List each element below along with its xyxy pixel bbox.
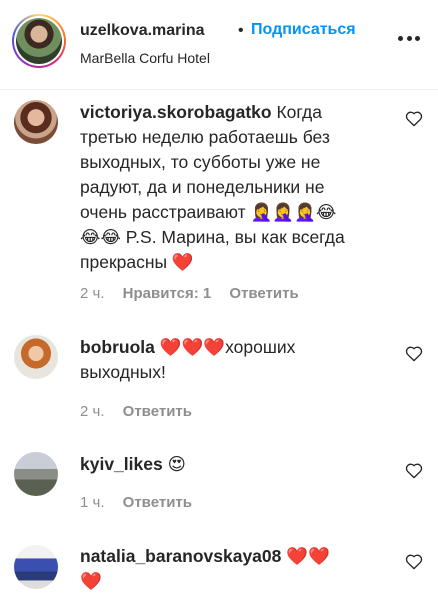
likes-count[interactable]: Нравится: 1: [123, 285, 212, 302]
author-username[interactable]: uzelkova.marina: [80, 22, 205, 40]
commenter-username[interactable]: kyiv_likes: [80, 454, 163, 474]
reply-button[interactable]: Ответить: [123, 494, 192, 511]
comment-text: kyiv_likes 😍: [80, 452, 380, 477]
like-heart-icon[interactable]: [405, 462, 423, 479]
follow-button[interactable]: Подписаться: [251, 21, 356, 39]
commenter-avatar[interactable]: [14, 335, 58, 379]
comment-text: natalia_baranovskaya08 ❤️❤️ ❤️: [80, 544, 380, 594]
comment-line: 😍: [167, 454, 186, 474]
comment-meta: 1 ч. Ответить: [80, 494, 206, 511]
comment-text: victoriya.skorobagatko Когда третью неде…: [80, 100, 380, 275]
comment-meta: 2 ч. Ответить: [80, 403, 206, 420]
comment-line: ❤️❤️: [286, 546, 330, 566]
commenter-username[interactable]: victoriya.skorobagatko: [80, 102, 272, 122]
post-header: uzelkova.marina • Подписаться MarBella C…: [0, 0, 438, 90]
comment-line: третью неделю работаешь без: [80, 127, 330, 147]
comment-line: радуют, да и понедельники не: [80, 177, 325, 197]
comment-line: ❤️❤️❤️хороших: [159, 337, 296, 357]
commenter-avatar[interactable]: [14, 100, 58, 144]
commenter-username[interactable]: natalia_baranovskaya08: [80, 546, 281, 566]
post-location[interactable]: MarBella Corfu Hotel: [80, 50, 210, 66]
comment-text: bobruola ❤️❤️❤️хороших выходных!: [80, 335, 380, 385]
commenter-avatar[interactable]: [14, 545, 58, 589]
separator-dot: •: [238, 22, 244, 39]
like-heart-icon[interactable]: [405, 110, 423, 127]
commenter-username[interactable]: bobruola: [80, 337, 155, 357]
comment-line: 😂😂 P.S. Марина, вы как всегда: [80, 227, 345, 247]
comment-time: 1 ч.: [80, 494, 105, 511]
like-heart-icon[interactable]: [405, 345, 423, 362]
comment-meta: 2 ч. Нравится: 1 Ответить: [80, 285, 313, 302]
reply-button[interactable]: Ответить: [123, 403, 192, 420]
comment-line: выходных!: [80, 362, 166, 382]
comment-line: выходных, то субботы уже не: [80, 152, 321, 172]
comment-time: 2 ч.: [80, 285, 105, 302]
comment-line: ❤️: [80, 571, 102, 591]
author-avatar[interactable]: [12, 14, 66, 68]
comment-line: очень расстраивают 🤦‍♀️🤦‍♀️🤦‍♀️😂: [80, 202, 337, 222]
more-options-icon[interactable]: [398, 36, 420, 42]
like-heart-icon[interactable]: [405, 553, 423, 570]
commenter-avatar[interactable]: [14, 452, 58, 496]
comment-line: прекрасны ❤️: [80, 252, 194, 272]
comment-time: 2 ч.: [80, 403, 105, 420]
reply-button[interactable]: Ответить: [229, 285, 298, 302]
comment-line: Когда: [276, 102, 322, 122]
